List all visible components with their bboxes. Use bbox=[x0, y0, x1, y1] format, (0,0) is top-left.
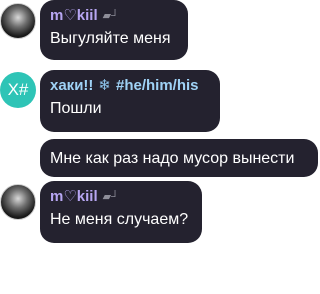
message-text: Мне как раз надо мусор вынести bbox=[50, 150, 295, 167]
snowflake-icon: ❄ bbox=[98, 77, 111, 94]
sender-row: хаки!! ❄ #he/him/his bbox=[50, 77, 209, 95]
gun-icon: ▰┘ bbox=[102, 191, 119, 203]
avatar-mkiil[interactable] bbox=[0, 184, 36, 220]
message-bubble-4: m♡kiil ▰┘ Не меня случаем? bbox=[40, 181, 202, 243]
sender-row: m♡kiil ▰┘ bbox=[50, 188, 191, 206]
message-text: Не меня случаем? bbox=[50, 211, 189, 228]
sender-name[interactable]: m♡kiil bbox=[50, 188, 98, 206]
avatar-mkiil[interactable] bbox=[0, 3, 36, 39]
sender-name[interactable]: хаки!! bbox=[50, 77, 93, 95]
message-text: Выгуляйте меня bbox=[50, 30, 171, 47]
message-bubble-3: Мне как раз надо мусор вынести bbox=[40, 139, 318, 177]
sender-row: m♡kiil ▰┘ bbox=[50, 7, 177, 25]
sender-name[interactable]: m♡kiil bbox=[50, 7, 98, 25]
gun-icon: ▰┘ bbox=[102, 10, 119, 22]
message-bubble-2: хаки!! ❄ #he/him/his Пошли bbox=[40, 70, 220, 132]
sender-tag: #he/him/his bbox=[115, 77, 199, 94]
message-bubble-1: m♡kiil ▰┘ Выгуляйте меня bbox=[40, 0, 188, 60]
message-text: Пошли bbox=[50, 100, 102, 117]
avatar-hakki[interactable]: X# bbox=[0, 72, 36, 108]
avatar-initials: X# bbox=[7, 80, 29, 99]
